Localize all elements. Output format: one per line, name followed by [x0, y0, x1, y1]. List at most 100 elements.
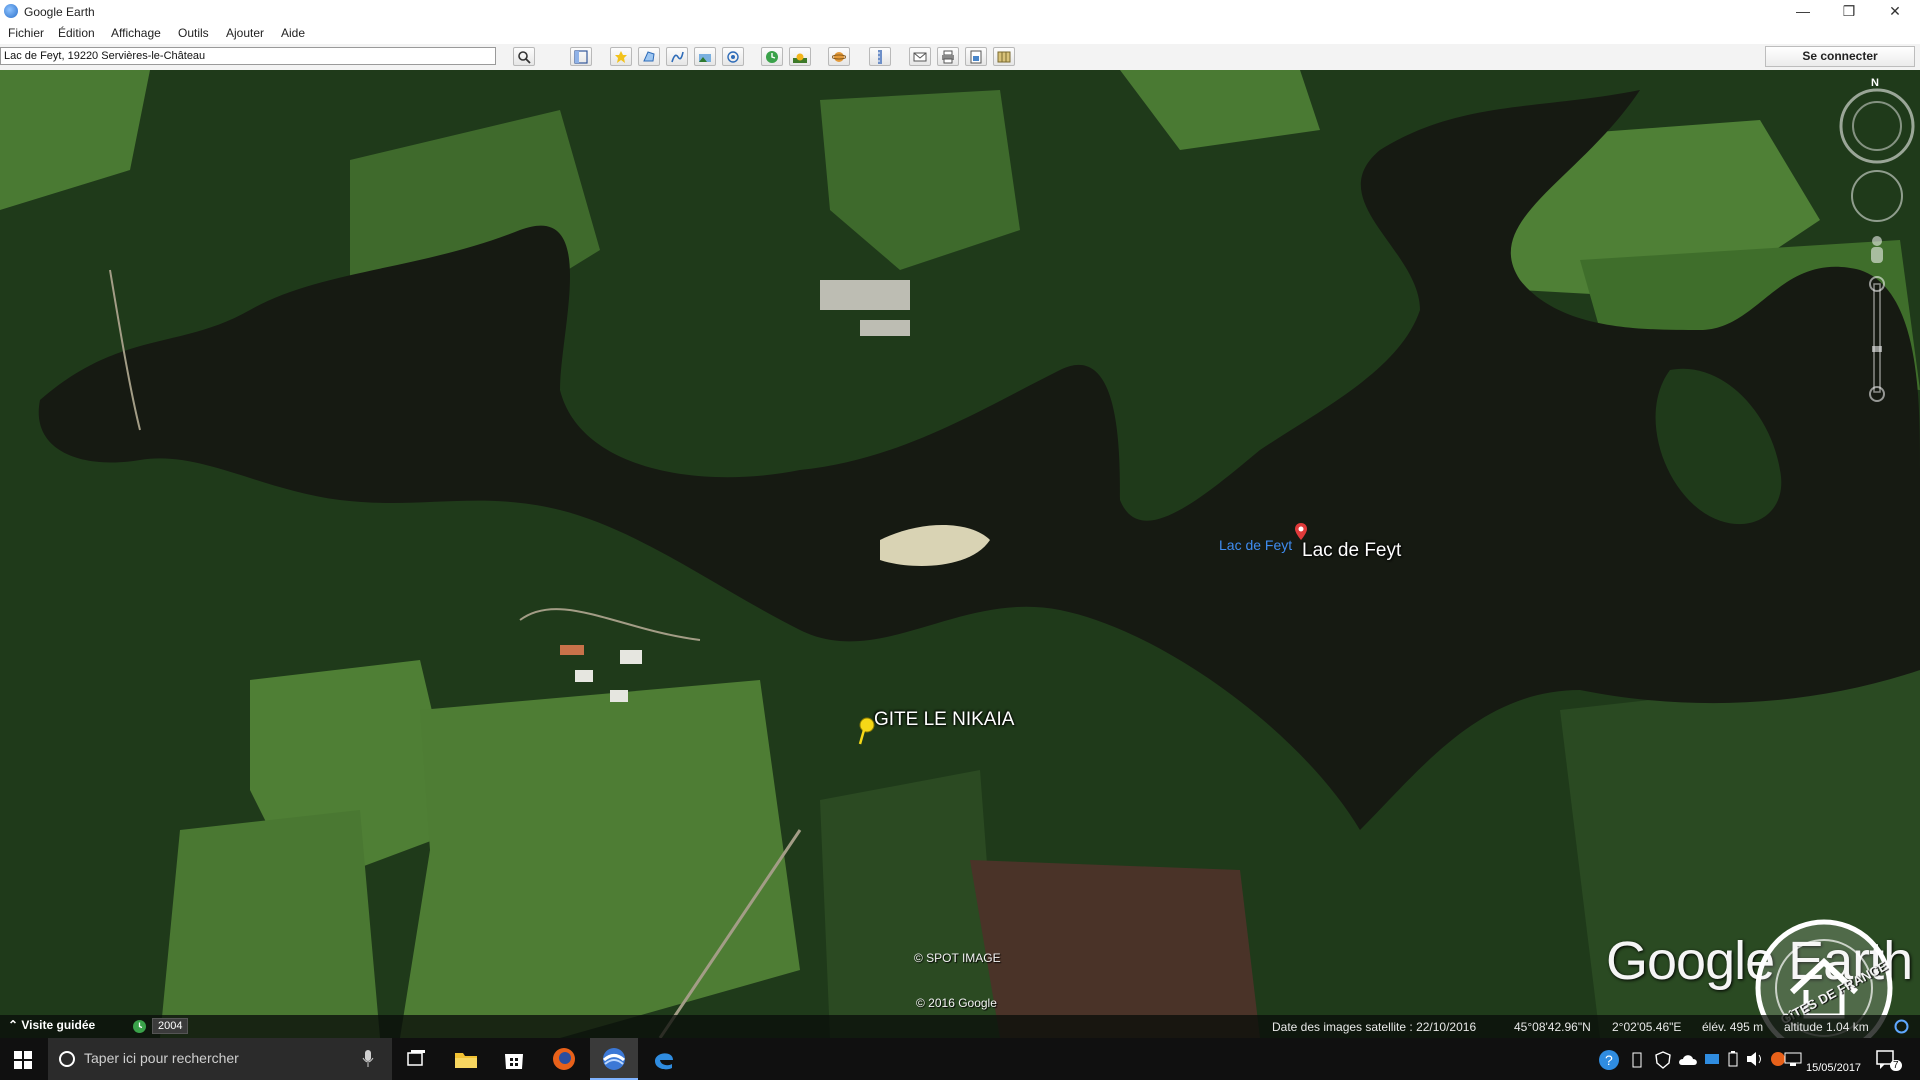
taskbar-search-box[interactable]: Taper ici pour rechercher [48, 1038, 392, 1080]
longitude-readout: 2°02'05.46"E [1612, 1020, 1682, 1034]
add-path-button[interactable] [666, 47, 688, 66]
cortana-circle-icon [59, 1051, 75, 1067]
svg-text:?: ? [1605, 1052, 1613, 1068]
taskbar-date: 15/05/2017 [1806, 1062, 1862, 1074]
start-button[interactable] [0, 1038, 46, 1080]
zoom-slider-icon[interactable] [1866, 276, 1888, 402]
menu-ajouter[interactable]: Ajouter [226, 26, 264, 40]
battery-icon[interactable] [1726, 1051, 1740, 1067]
search-icon [518, 51, 531, 64]
usb-device-icon[interactable] [1630, 1051, 1644, 1069]
search-button[interactable] [513, 47, 535, 66]
clock-globe-icon [766, 51, 778, 63]
menu-outils[interactable]: Outils [178, 26, 209, 40]
imagery-date: Date des images satellite : 22/10/2016 [1272, 1020, 1477, 1034]
firefox-icon [553, 1048, 575, 1070]
planet-icon [832, 52, 846, 62]
cloud-icon[interactable] [1678, 1052, 1698, 1066]
shield-icon[interactable] [1654, 1051, 1672, 1069]
toolbar: Se connecter [0, 44, 1920, 71]
search-input[interactable] [0, 47, 496, 65]
email-button[interactable] [909, 47, 931, 66]
email-icon [913, 52, 927, 62]
add-image-overlay-button[interactable] [694, 47, 716, 66]
tour-guide-button[interactable]: ⌃ Visite guidée [8, 1018, 95, 1032]
menu-bar: Fichier Édition Affichage Outils Ajouter… [0, 24, 1920, 44]
image-overlay-icon [699, 54, 711, 62]
place-label[interactable]: Lac de Feyt [1302, 540, 1401, 562]
altitude-readout: altitude 1.04 km [1784, 1020, 1869, 1034]
taskbar-google-earth[interactable] [590, 1038, 638, 1080]
status-bar: ⌃ Visite guidée 2004 Date des images sat… [0, 1015, 1920, 1038]
sidebar-toggle-button[interactable] [570, 47, 592, 66]
task-view-icon [407, 1050, 425, 1066]
help-icon[interactable]: ? [1598, 1049, 1620, 1071]
red-location-pin-icon[interactable] [1294, 522, 1308, 542]
login-button[interactable]: Se connecter [1765, 46, 1915, 67]
maximize-button[interactable]: ❒ [1826, 0, 1872, 24]
taskbar-store[interactable] [490, 1038, 538, 1080]
placemark-icon [615, 51, 627, 63]
historical-imagery-button[interactable] [761, 47, 783, 66]
title-bar: Google Earth — ❒ ✕ [0, 0, 1920, 24]
menu-fichier[interactable]: Fichier [8, 26, 44, 40]
microphone-icon[interactable] [362, 1050, 374, 1068]
satellite-imagery [0, 70, 1920, 1038]
menu-affichage[interactable]: Affichage [111, 26, 161, 40]
record-tour-button[interactable] [722, 47, 744, 66]
map-icon [997, 51, 1011, 63]
print-button[interactable] [937, 47, 959, 66]
latitude-readout: 45°08'42.96"N [1514, 1020, 1591, 1034]
ruler-icon [878, 50, 882, 64]
historical-clock-icon[interactable] [132, 1019, 147, 1034]
save-image-icon [970, 50, 982, 64]
sunlight-button[interactable] [789, 47, 811, 66]
network-icon[interactable] [1784, 1051, 1802, 1067]
polygon-icon [643, 51, 655, 62]
edge-icon [655, 1053, 673, 1070]
taskbar-edge[interactable] [640, 1038, 688, 1080]
close-button[interactable]: ✕ [1872, 0, 1918, 24]
view-in-maps-button[interactable] [993, 47, 1015, 66]
sidebar-icon [574, 50, 588, 64]
save-image-button[interactable] [965, 47, 987, 66]
task-view-button[interactable] [392, 1038, 440, 1080]
volume-icon[interactable] [1746, 1051, 1764, 1067]
google-earth-taskbar-icon [602, 1048, 626, 1070]
taskbar-search-placeholder: Taper ici pour rechercher [84, 1050, 239, 1066]
compass-look-control-icon[interactable] [1838, 86, 1916, 166]
minimize-button[interactable]: — [1780, 0, 1826, 24]
pushpin-label[interactable]: GITE LE NIKAIA [874, 709, 1014, 731]
add-placemark-button[interactable] [610, 47, 632, 66]
street-view-pegman-icon[interactable] [1864, 234, 1890, 268]
printer-icon [942, 50, 954, 64]
store-bag-icon [505, 1054, 523, 1069]
path-icon [671, 51, 684, 63]
taskbar-file-explorer[interactable] [442, 1038, 490, 1080]
ruler-button[interactable] [869, 47, 891, 66]
tour-guide-label: Visite guidée [21, 1018, 96, 1032]
folder-icon [455, 1053, 477, 1068]
window-title: Google Earth [24, 5, 95, 19]
google-earth-app-icon [4, 4, 18, 18]
attribution-google: © 2016 Google [916, 996, 997, 1010]
notification-count-badge: 7 [1890, 1060, 1902, 1071]
switch-planet-button[interactable] [828, 47, 850, 66]
place-label-search-result[interactable]: Lac de Feyt [1219, 537, 1292, 553]
windows-taskbar: Taper ici pour rechercher ? 15/05/2017 7 [0, 1038, 1920, 1080]
taskbar-firefox[interactable] [540, 1038, 588, 1080]
streaming-indicator-icon [1894, 1019, 1909, 1034]
navigation-controls: N [1838, 74, 1916, 404]
menu-edition[interactable]: Édition [58, 26, 95, 40]
move-control-icon[interactable] [1849, 168, 1905, 224]
map-viewport[interactable]: GITE LE NIKAIA Lac de Feyt Lac de Feyt ©… [0, 70, 1920, 1038]
menu-aide[interactable]: Aide [281, 26, 305, 40]
onedrive-icon[interactable] [1704, 1051, 1720, 1067]
sun-icon [793, 53, 807, 63]
imagery-year-badge[interactable]: 2004 [152, 1018, 189, 1034]
add-polygon-button[interactable] [638, 47, 660, 66]
windows-logo-icon [14, 1051, 32, 1069]
tour-icon [727, 51, 739, 63]
elevation-readout: élév. 495 m [1702, 1020, 1764, 1034]
attribution-spot: © SPOT IMAGE [914, 951, 1001, 965]
